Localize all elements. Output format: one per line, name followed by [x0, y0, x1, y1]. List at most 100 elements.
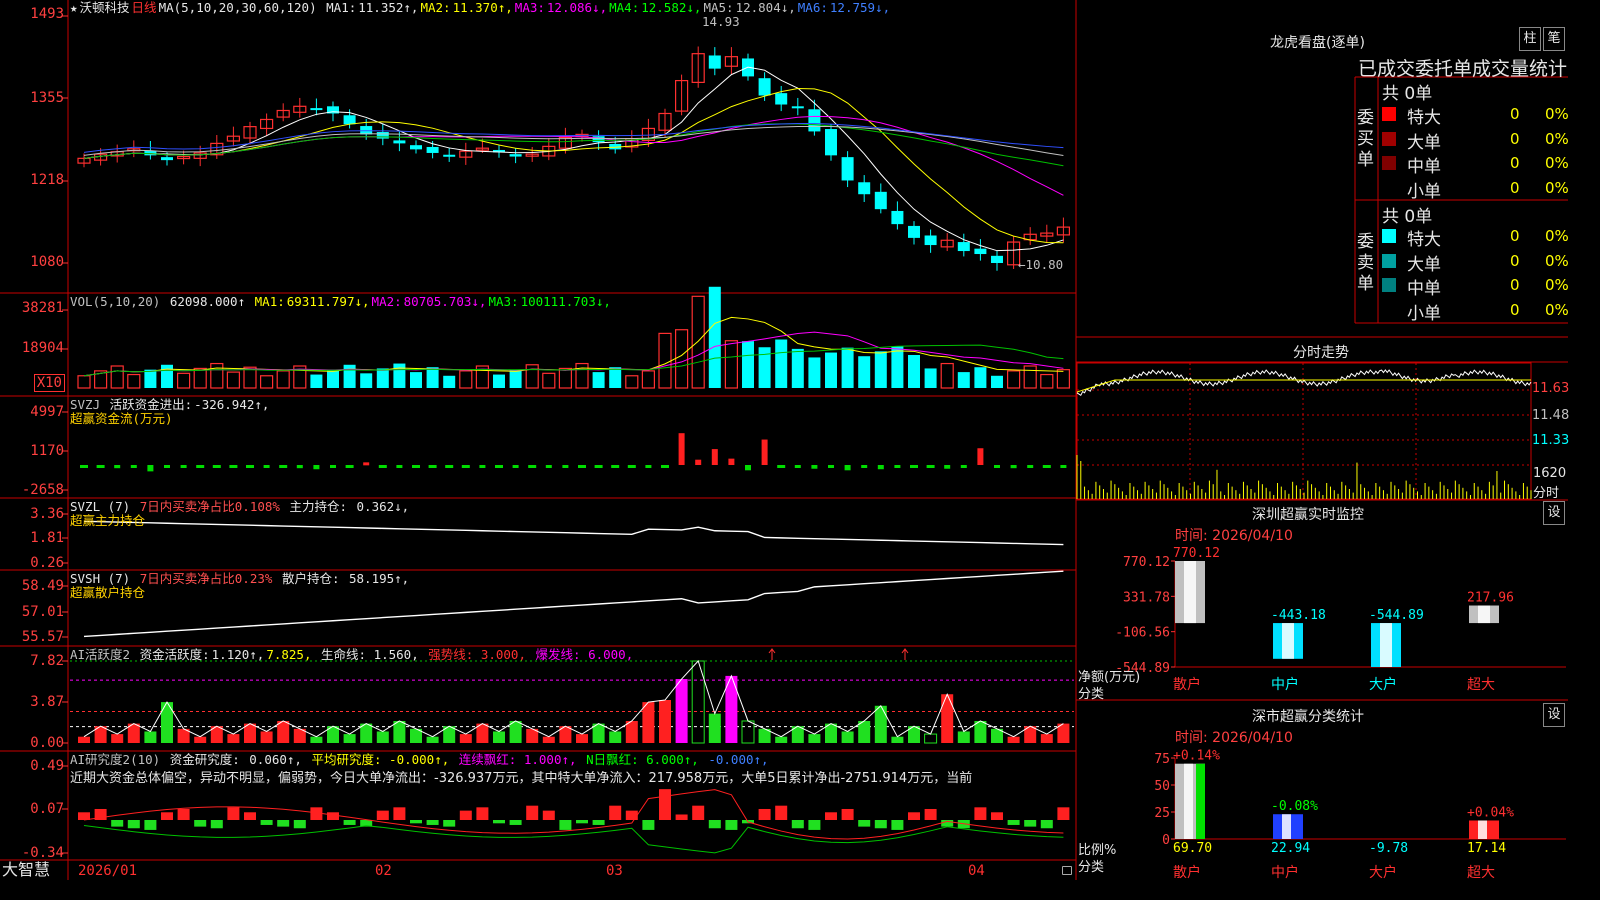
kline-candle-47[interactable]	[858, 182, 871, 195]
kline-candle-49[interactable]	[891, 210, 904, 225]
ai1-bar-34	[642, 702, 655, 743]
period-label[interactable]: 日线	[132, 0, 157, 15]
kline-candle-43[interactable]	[791, 106, 804, 109]
classify-category-1: 中户	[1271, 864, 1299, 881]
kline-candle-42[interactable]	[775, 93, 788, 105]
sell-side-label: 委卖单	[1357, 232, 1374, 294]
xaxis-label-0: 2026/01	[78, 863, 138, 879]
ai2-bar-29	[559, 820, 572, 830]
sell-row-pct-3: 0%	[1545, 300, 1569, 319]
brand-logo[interactable]: 大智慧	[2, 862, 50, 878]
kline-candle-38[interactable]	[708, 55, 721, 69]
vol-ma-value-2: 80705.703↓,	[403, 294, 487, 309]
ai2-bar-21	[426, 820, 439, 825]
vol-value: 62098.000↑	[169, 294, 246, 309]
kline-candle-14[interactable]	[310, 108, 323, 111]
kline-candle-44[interactable]	[808, 109, 821, 132]
vol-bar-30	[575, 362, 589, 389]
svzj-bar-32	[611, 465, 620, 468]
kline-candle-26[interactable]	[509, 154, 522, 157]
main-chart-svg[interactable]: 770.12 331.78 -106.56 -544.89 770.12 散户 -443.1…	[0, 0, 1568, 882]
kline-candle-5[interactable]	[161, 157, 173, 161]
kline-candle-17[interactable]	[360, 126, 373, 135]
vol-ytick-1: 18904	[21, 340, 64, 356]
intraday-vol-label: 1620	[1533, 466, 1567, 481]
kline-candle-50[interactable]	[908, 225, 920, 238]
kline-candle-46[interactable]	[841, 157, 854, 181]
kline-candle-21[interactable]	[426, 146, 439, 153]
vol-bar-40	[742, 341, 754, 388]
ai1-bar-2	[111, 734, 124, 743]
ai1-bar-36	[675, 679, 688, 743]
classify-title: 深市超赢分类统计	[1252, 709, 1364, 725]
low-price-label: ←10.80	[1018, 257, 1064, 272]
kline-candle-20[interactable]	[410, 145, 422, 150]
vol-bar-56	[1006, 370, 1021, 389]
kline-candle-22[interactable]	[443, 154, 456, 157]
svzj-bar-51	[926, 465, 935, 468]
vol-bar-34	[641, 370, 656, 389]
kline-candle-18[interactable]	[376, 132, 389, 139]
svzj-bar-21	[428, 465, 437, 468]
ai1-bar-32	[609, 731, 622, 743]
svzj-header: SVZJ 活跃资金进出: -326.942↑,	[70, 397, 271, 412]
kline-candle-48[interactable]	[874, 191, 887, 210]
star-icon[interactable]: ★	[70, 0, 78, 15]
svzl-label2: 主力持仓:	[289, 499, 347, 514]
ai1-bar-21	[426, 736, 439, 743]
monitor-date: 时间: 2026/04/10	[1175, 528, 1293, 544]
ai2-bar-13	[293, 820, 306, 829]
vol-bar-57	[1023, 365, 1037, 389]
ma-label-5: MA5:	[703, 0, 734, 15]
ai2-bar-31	[592, 820, 605, 825]
svzj-bar-29	[562, 465, 569, 468]
ai2-ytick-2: -0.34	[21, 845, 64, 861]
classify-settings-button[interactable]: 设	[1543, 703, 1565, 727]
kline-candle-53[interactable]	[957, 242, 970, 252]
kline-candle-41[interactable]	[758, 78, 771, 96]
ai1-line	[83, 660, 1064, 738]
svzj-ytick-0: 4997	[30, 404, 64, 420]
monitor-settings-button[interactable]: 设	[1543, 501, 1565, 525]
ma-line-3	[83, 115, 1064, 196]
kline-candle-45[interactable]	[825, 129, 837, 156]
vol-bar-20	[410, 372, 422, 388]
sell-row-name-3: 小单	[1407, 303, 1441, 324]
svzj-bar-49	[894, 465, 901, 468]
kline-candle-54[interactable]	[974, 248, 987, 255]
ma-value-2: 11.370↑,	[452, 0, 513, 15]
ai2-bar-30	[576, 820, 588, 824]
intraday-vol-unit: 分时	[1533, 486, 1560, 501]
classify-bar-shine-3	[1478, 820, 1487, 839]
monitor-category-0: 散户	[1173, 676, 1201, 693]
sell-row-count-0: 0	[1510, 227, 1520, 245]
svzj-bar-43	[794, 465, 801, 468]
vol-bar-37	[691, 295, 705, 389]
svzj-ytick-1: 1170	[30, 443, 64, 459]
lock-icon[interactable]	[1062, 866, 1072, 875]
vol-bar-45	[825, 352, 837, 388]
kline-candle-55[interactable]	[991, 255, 1003, 263]
buy-total: 共 0单	[1382, 84, 1433, 104]
ai2-bar-57	[1024, 820, 1037, 827]
arrow-a-icon	[768, 648, 776, 660]
ai1-ytick-1: 3.87	[30, 694, 64, 710]
kline-candle-16[interactable]	[343, 115, 356, 125]
vol-bar-25	[493, 374, 505, 388]
ai2-value: 0.060↑,	[249, 752, 302, 767]
svzj-bar-23	[461, 465, 470, 468]
kline-candle-31[interactable]	[592, 136, 605, 143]
kline-candle-51[interactable]	[924, 235, 937, 246]
vol-ytick-0: 38281	[21, 300, 64, 316]
buy-row-pct-3: 0%	[1545, 178, 1569, 197]
classify-value-label-1: 22.94	[1271, 841, 1310, 856]
ai1-bar-49	[891, 736, 904, 743]
kline-candle-19[interactable]	[393, 140, 406, 144]
bar-mode-button[interactable]: 柱	[1519, 27, 1541, 51]
svzj-bar-44	[811, 465, 818, 469]
svzj-bar-20	[412, 465, 420, 468]
svzl-header: SVZL (7) 7日内买卖净占比0.108% 主力持仓: 0.362↓,	[70, 499, 411, 514]
vol-ma-label-1: MA1:	[254, 294, 285, 309]
svzl-ytick-2: 0.26	[30, 555, 64, 571]
tick-mode-button[interactable]: 笔	[1543, 27, 1565, 51]
